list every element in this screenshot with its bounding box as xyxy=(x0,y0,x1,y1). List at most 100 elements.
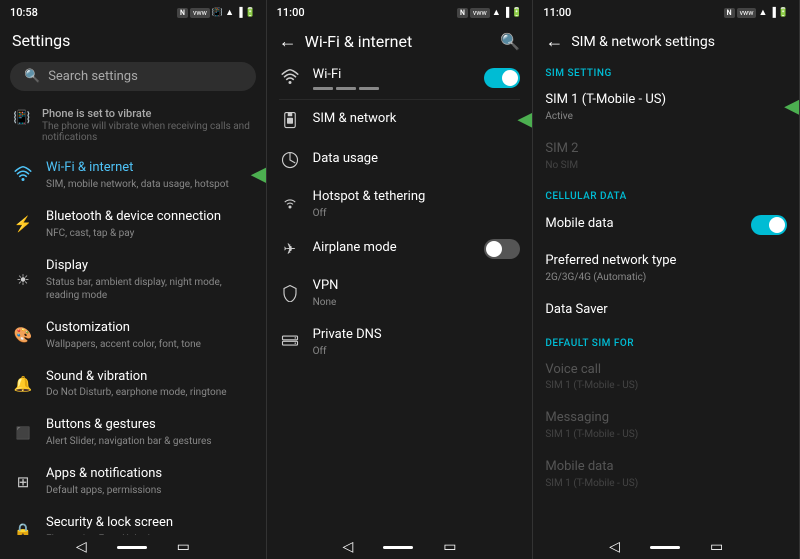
recents-nav-btn-1[interactable]: ▭ xyxy=(177,539,190,555)
buttons-subtitle: Alert Slider, navigation bar & gestures xyxy=(46,435,254,448)
back-arrow-3[interactable]: ← xyxy=(545,31,563,52)
recents-nav-btn-3[interactable]: ▭ xyxy=(710,539,723,555)
settings-item-wifi-internet[interactable]: Wi-Fi & internet SIM, mobile network, da… xyxy=(0,151,266,200)
mobile-data-title: Mobile data xyxy=(545,216,739,233)
settings-item-display[interactable]: ☀ Display Status bar, ambient display, n… xyxy=(0,249,266,311)
wifi-toggle[interactable] xyxy=(484,68,520,88)
vww-badge: vww xyxy=(190,8,210,18)
apps-title: Apps & notifications xyxy=(46,466,254,483)
sim2-title: SIM 2 xyxy=(545,141,787,158)
hotspot-title: Hotspot & tethering xyxy=(313,189,521,206)
settings-list-2: Wi-Fi SIM & network xyxy=(267,58,533,535)
nav-bar-2: ◁ ▭ xyxy=(267,535,533,559)
settings-item-messaging: Messaging SIM 1 (T-Mobile - US) xyxy=(533,401,799,450)
airplane-title: Airplane mode xyxy=(313,240,473,257)
settings-item-buttons[interactable]: ⬛ Buttons & gestures Alert Slider, navig… xyxy=(0,408,266,457)
green-arrow-sim1: ◀ xyxy=(784,96,799,118)
settings-item-sim-network[interactable]: SIM & network ◀ xyxy=(267,100,533,140)
recents-nav-btn-2[interactable]: ▭ xyxy=(443,539,456,555)
settings-item-vpn[interactable]: VPN None xyxy=(267,269,533,318)
settings-item-sim1[interactable]: SIM 1 (T-Mobile - US) Active ◀ xyxy=(533,83,799,132)
settings-item-mobile-data-sim: Mobile data SIM 1 (T-Mobile - US) xyxy=(533,450,799,499)
search-icon-header-2[interactable]: 🔍 xyxy=(500,32,520,51)
airplane-toggle[interactable] xyxy=(484,239,520,259)
main-settings-panel: 10:58 N vww 📳 ▲ ▐ 🔋 Settings 🔍 Search se… xyxy=(0,0,267,559)
panel-title-1: Settings xyxy=(12,31,70,50)
status-icons-1: N vww 📳 ▲ ▐ 🔋 xyxy=(177,7,256,18)
section-label-cellular: CELLULAR DATA xyxy=(533,181,799,206)
display-icon: ☀ xyxy=(12,269,34,291)
sound-subtitle: Do Not Disturb, earphone mode, ringtone xyxy=(46,386,254,399)
nav-bar-3: ◁ ▭ xyxy=(533,535,799,559)
settings-item-sound[interactable]: 🔔 Sound & vibration Do Not Disturb, earp… xyxy=(0,360,266,409)
mobile-data-toggle[interactable] xyxy=(751,215,787,235)
panel-title-3: SIM & network settings xyxy=(571,34,715,50)
settings-item-dns[interactable]: Private DNS Off xyxy=(267,318,533,367)
wifi-toggle-knob xyxy=(502,70,518,86)
signal-icon-3: ▐ xyxy=(769,7,775,18)
wifi-internet-panel: 11:00 N vww ▲ ▐ 🔋 ← Wi-Fi & internet 🔍 xyxy=(267,0,534,559)
signal-icon: ▐ xyxy=(236,7,242,18)
apps-icon: ⊞ xyxy=(12,471,34,493)
panel-header-2: ← Wi-Fi & internet 🔍 xyxy=(267,23,533,58)
sim2-subtitle: No SIM xyxy=(545,159,787,172)
vpn-icon xyxy=(279,282,301,304)
apps-subtitle: Default apps, permissions xyxy=(46,484,254,497)
bluetooth-icon: ⚡ xyxy=(12,213,34,235)
customization-subtitle: Wallpapers, accent color, font, tone xyxy=(46,338,254,351)
vww-badge-3: vww xyxy=(737,8,757,18)
search-icon: 🔍 xyxy=(24,69,40,84)
back-arrow-2[interactable]: ← xyxy=(279,31,297,52)
dns-icon xyxy=(279,331,301,353)
signal-icon-2: ▐ xyxy=(503,7,509,18)
settings-item-hotspot[interactable]: Hotspot & tethering Off xyxy=(267,180,533,229)
sim-network-title: SIM & network xyxy=(313,111,521,128)
settings-item-data-usage[interactable]: Data usage xyxy=(267,140,533,180)
arrow-annotation-sim1: ◀ xyxy=(784,96,799,118)
customization-icon: 🎨 xyxy=(12,324,34,346)
settings-item-wifi[interactable]: Wi-Fi xyxy=(267,58,533,99)
airplane-toggle-knob xyxy=(486,241,502,257)
data-usage-title: Data usage xyxy=(313,151,521,168)
battery-icon: 🔋 xyxy=(244,8,255,18)
settings-item-sim2: SIM 2 No SIM xyxy=(533,132,799,181)
battery-icon-3: 🔋 xyxy=(778,8,789,18)
status-bar-2: 11:00 N vww ▲ ▐ 🔋 xyxy=(267,0,533,23)
airplane-icon: ✈ xyxy=(279,238,301,260)
back-nav-btn-1[interactable]: ◁ xyxy=(76,539,87,555)
settings-item-airplane[interactable]: ✈ Airplane mode xyxy=(267,229,533,269)
dns-title: Private DNS xyxy=(313,327,521,344)
data-usage-icon xyxy=(279,149,301,171)
sim-network-settings-panel: 11:00 N vww ▲ ▐ 🔋 ← SIM & network settin… xyxy=(533,0,800,559)
search-placeholder: Search settings xyxy=(48,69,138,84)
status-bar-3: 11:00 N vww ▲ ▐ 🔋 xyxy=(533,0,799,23)
status-bar-1: 10:58 N vww 📳 ▲ ▐ 🔋 xyxy=(0,0,266,23)
bluetooth-subtitle: NFC, cast, tap & pay xyxy=(46,227,254,240)
home-dot-2 xyxy=(383,546,413,549)
settings-item-customization[interactable]: 🎨 Customization Wallpapers, accent color… xyxy=(0,311,266,360)
settings-item-preferred-network[interactable]: Preferred network type 2G/3G/4G (Automat… xyxy=(533,244,799,293)
settings-item-apps[interactable]: ⊞ Apps & notifications Default apps, per… xyxy=(0,457,266,506)
notif-subtitle: The phone will vibrate when receiving ca… xyxy=(42,121,254,143)
notification-item: 📳 Phone is set to vibrate The phone will… xyxy=(0,99,266,151)
vibrate-notif-icon: 📳 xyxy=(12,108,32,128)
preferred-network-subtitle: 2G/3G/4G (Automatic) xyxy=(545,271,787,284)
preferred-network-title: Preferred network type xyxy=(545,253,787,270)
settings-item-data-saver[interactable]: Data Saver xyxy=(533,293,799,328)
back-nav-btn-3[interactable]: ◁ xyxy=(609,539,620,555)
search-bar[interactable]: 🔍 Search settings xyxy=(10,62,256,91)
settings-item-bluetooth[interactable]: ⚡ Bluetooth & device connection NFC, cas… xyxy=(0,200,266,249)
settings-item-security[interactable]: 🔒 Security & lock screen Fingerprint, Fa… xyxy=(0,506,266,535)
wifi-status-icon: ▲ xyxy=(225,7,234,18)
panel-title-2: Wi-Fi & internet xyxy=(305,32,413,51)
green-arrow-sim: ◀ xyxy=(517,109,532,131)
wifi-icon xyxy=(12,164,34,186)
sim1-title: SIM 1 (T-Mobile - US) xyxy=(545,92,787,109)
wifi-internet-subtitle: SIM, mobile network, data usage, hotspot xyxy=(46,178,254,191)
settings-item-mobile-data[interactable]: Mobile data xyxy=(533,206,799,244)
back-nav-btn-2[interactable]: ◁ xyxy=(343,539,354,555)
nfc-badge-2: N xyxy=(457,8,468,18)
status-icons-2: N vww ▲ ▐ 🔋 xyxy=(457,7,522,18)
sound-title: Sound & vibration xyxy=(46,369,254,386)
settings-list-3: SIM SETTING SIM 1 (T-Mobile - US) Active… xyxy=(533,58,799,535)
